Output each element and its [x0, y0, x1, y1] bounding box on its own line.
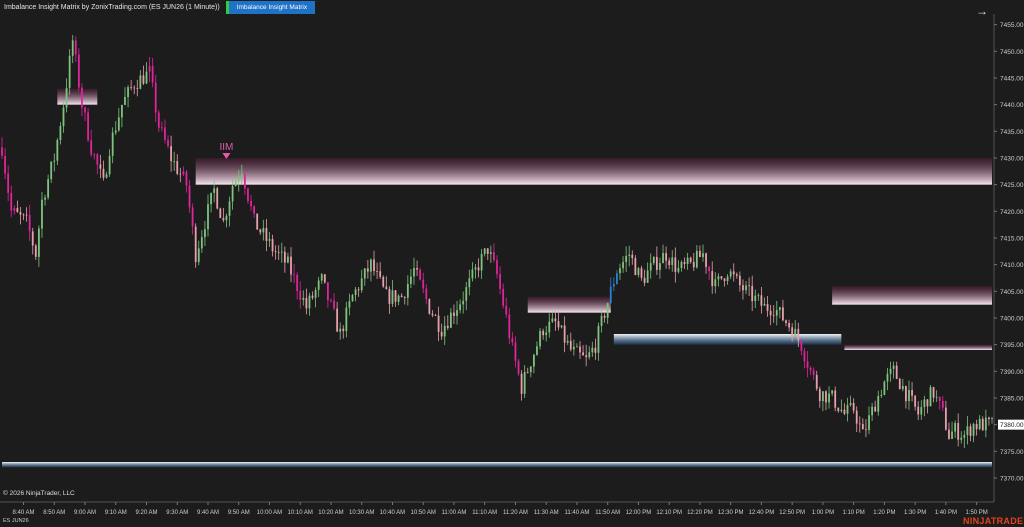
time-tick-label: 1:40 PM — [935, 510, 957, 516]
scroll-right-arrow-icon[interactable]: → — [976, 4, 988, 18]
copyright-text: © 2026 NinjaTrader, LLC — [3, 490, 75, 497]
candle — [898, 377, 901, 390]
time-tick-label: 9:30 AM — [166, 510, 188, 516]
indicator-button[interactable]: Imbalance Insight Matrix — [228, 0, 316, 14]
price-tick-label: 7420.00 — [1000, 209, 1024, 216]
price-tick-label: 7445.00 — [1000, 76, 1024, 83]
time-tick-label: 10:20 AM — [318, 510, 343, 516]
time-tick-label: 11:10 AM — [472, 510, 497, 516]
chart-background — [0, 0, 1024, 527]
time-tick-label: 8:50 AM — [43, 510, 65, 516]
time-tick-label: 9:10 AM — [105, 510, 127, 516]
price-tick-label: 7410.00 — [1000, 262, 1024, 269]
candle — [929, 384, 932, 407]
chart-header: Imbalance Insight Matrix by ZonixTrading… — [0, 0, 316, 14]
candle — [323, 274, 326, 284]
price-tick-label: 7455.00 — [1000, 22, 1024, 29]
time-tick-label: 9:40 AM — [197, 510, 219, 516]
price-tick-label: 7415.00 — [1000, 236, 1024, 243]
candle — [77, 48, 80, 92]
price-tick-label: 7440.00 — [1000, 102, 1024, 109]
bullish-imbalance-zone[interactable] — [613, 334, 842, 345]
candle — [351, 293, 354, 302]
time-tick-label: 10:00 AM — [257, 510, 282, 516]
price-tick-label: 7425.00 — [1000, 182, 1024, 189]
time-tick-label: 9:00 AM — [74, 510, 96, 516]
price-tick-label: 7370.00 — [1000, 476, 1024, 483]
time-tick-label: 11:50 AM — [595, 510, 620, 516]
candle — [428, 298, 431, 315]
time-tick-label: 10:30 AM — [349, 510, 374, 516]
bearish-imbalance-zone[interactable] — [844, 344, 992, 350]
time-tick-label: 1:10 PM — [842, 510, 864, 516]
price-tick-label: 7390.00 — [1000, 369, 1024, 376]
instrument-label: ES JUN26 — [3, 518, 29, 524]
time-tick-label: 12:10 PM — [656, 510, 682, 516]
candle — [194, 223, 197, 268]
candle — [87, 108, 89, 142]
bullish-imbalance-zone[interactable] — [2, 462, 992, 468]
price-tick-label: 7400.00 — [1000, 316, 1024, 323]
price-tick-label: 7435.00 — [1000, 129, 1024, 136]
time-tick-label: 11:40 AM — [564, 510, 589, 516]
time-tick-label: 9:20 AM — [135, 510, 157, 516]
time-tick-label: 10:50 AM — [411, 510, 436, 516]
time-tick-label: 8:40 AM — [13, 510, 35, 516]
time-tick-label: 10:40 AM — [380, 510, 405, 516]
brand-logo: NINJATRADER — [963, 516, 1024, 526]
time-tick-label: 9:50 AM — [228, 510, 250, 516]
price-tick-label: 7430.00 — [1000, 156, 1024, 163]
time-tick-label: 11:30 AM — [534, 510, 559, 516]
time-tick-label: 1:30 PM — [904, 510, 926, 516]
candle — [219, 207, 222, 219]
price-tick-label: 7405.00 — [1000, 289, 1024, 296]
bearish-imbalance-zone[interactable] — [832, 286, 992, 305]
iim-annotation-label: IIM — [219, 142, 233, 153]
price-tick-label: 7385.00 — [1000, 396, 1024, 403]
time-tick-label: 12:00 PM — [626, 510, 652, 516]
time-tick-label: 10:10 AM — [288, 510, 313, 516]
bearish-imbalance-zone[interactable] — [527, 296, 611, 313]
bearish-imbalance-zone[interactable] — [195, 158, 992, 185]
price-chart[interactable]: IIM 7455.00 7450.00 7445.00 7440.00 7435.00 7… — [0, 0, 1024, 527]
time-tick-label: 11:00 AM — [442, 510, 467, 516]
candle — [419, 267, 422, 281]
time-tick-label: 12:20 PM — [687, 510, 713, 516]
time-tick-label: 12:30 PM — [718, 510, 744, 516]
candle — [517, 359, 520, 376]
candle — [216, 186, 219, 210]
time-tick-label: 1:00 PM — [812, 510, 834, 516]
time-tick-label: 12:40 PM — [749, 510, 775, 516]
candle — [68, 49, 71, 95]
chart-title: Imbalance Insight Matrix by ZonixTrading… — [4, 3, 220, 11]
price-tick-label: 7395.00 — [1000, 342, 1024, 349]
price-tick-label: 7375.00 — [1000, 449, 1024, 456]
candle — [256, 213, 259, 230]
time-tick-label: 12:50 PM — [779, 510, 805, 516]
candle — [883, 380, 886, 396]
price-tick-label: 7450.00 — [1000, 49, 1024, 56]
time-tick-label: 1:20 PM — [873, 510, 895, 516]
candle — [539, 327, 541, 350]
time-tick-label: 11:20 AM — [503, 510, 528, 516]
current-price-label: 7380.00 — [1000, 422, 1024, 429]
candle — [382, 275, 385, 288]
